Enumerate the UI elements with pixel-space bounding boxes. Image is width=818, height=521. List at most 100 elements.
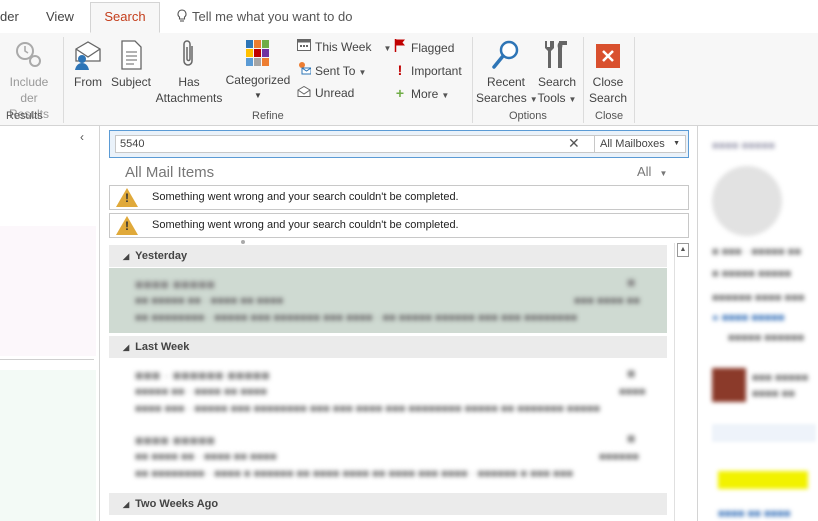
blurred-content: ■■■■■ ■■ · ■■■■ ■■ ■■■■ bbox=[135, 386, 267, 398]
categories-grid-icon bbox=[246, 40, 269, 66]
blurred-content: ■ bbox=[627, 365, 636, 381]
search-input[interactable]: 5540 bbox=[115, 135, 595, 153]
search-scope-value: All Mailboxes bbox=[600, 138, 665, 150]
chevron-down-icon: ▼ bbox=[568, 95, 577, 104]
has-attachments-button[interactable]: Has Attachments bbox=[153, 39, 225, 106]
exclamation-icon: ! bbox=[397, 62, 403, 78]
lightbulb-icon bbox=[177, 9, 187, 22]
recent-label-1: Recent bbox=[486, 75, 526, 89]
chevron-down-icon: ▼ bbox=[441, 91, 450, 100]
sent-to-button[interactable]: Sent To ▼ bbox=[296, 61, 366, 79]
chevron-down-icon: ▼ bbox=[673, 140, 680, 147]
more-button[interactable]: + More ▼ bbox=[392, 84, 449, 102]
close-search-label-1: Close bbox=[592, 75, 624, 89]
blurred-content: ■ bbox=[627, 274, 636, 290]
recent-searches-button[interactable]: Recent Searches ▼ bbox=[476, 39, 538, 108]
paperclip-icon bbox=[183, 40, 193, 66]
blurred-content: ■■■ · ■■■■■■ ■■■■■ bbox=[135, 367, 270, 383]
folder-divider bbox=[0, 359, 94, 360]
tab-search[interactable]: Search bbox=[90, 2, 160, 33]
collapse-pane-icon[interactable]: ‹ bbox=[80, 130, 84, 144]
blurred-content: ■■■■ ■■ ■■■■ bbox=[718, 508, 791, 520]
group-label: Last Week bbox=[135, 341, 190, 353]
blurred-content: ■■ ■■■■■ ■■ · ■■■■ ■■ ■■■■ bbox=[135, 295, 284, 307]
tools-icon bbox=[545, 41, 567, 68]
blurred-content: ■■■■ ■■■ · ■■■■■ ■■■ ■■■■■■■■ ■■■ ■■■ ■■… bbox=[135, 403, 601, 415]
blurred-content: ■ bbox=[627, 430, 636, 446]
unread-label: Unread bbox=[315, 86, 355, 100]
group-separator bbox=[583, 37, 584, 123]
search-tools-label-1: Search bbox=[537, 75, 577, 89]
results-group-label: Results bbox=[6, 110, 43, 122]
calendar-icon bbox=[296, 38, 312, 56]
chevron-down-icon: ▼ bbox=[383, 44, 392, 53]
blurred-content bbox=[712, 424, 816, 442]
list-item[interactable]: ■■■■ ■■■■■ ■■ ■■■■ ■■ · ■■■■ ■■ ■■■■ ■■ … bbox=[109, 424, 667, 489]
tell-me-placeholder: Tell me what you want to do bbox=[192, 9, 353, 24]
tell-me-box[interactable]: Tell me what you want to do bbox=[176, 9, 352, 24]
drag-handle[interactable] bbox=[241, 240, 245, 244]
blurred-content: ■■■ ■■■■ ■■ bbox=[574, 295, 640, 307]
search-scope-dropdown[interactable]: All Mailboxes ▼ bbox=[594, 135, 686, 153]
attachment-thumbnail bbox=[712, 368, 746, 402]
important-label: Important bbox=[411, 64, 462, 78]
blurred-content: ■■■■ ■■ bbox=[752, 388, 795, 400]
mail-list-heading: All Mail Items bbox=[125, 164, 215, 181]
warning-icon: ! bbox=[116, 188, 138, 207]
close-search-button[interactable]: Close Search bbox=[586, 39, 630, 106]
categorized-button[interactable]: Categorized ▼ bbox=[225, 39, 291, 104]
list-scrollbar[interactable]: ▲ bbox=[674, 243, 691, 521]
tab-view[interactable]: View bbox=[46, 9, 74, 24]
folder-pane-region bbox=[0, 370, 96, 521]
recent-label-2: Searches bbox=[476, 91, 527, 105]
this-week-label: This Week bbox=[315, 40, 372, 54]
ribbon-tab-bar: der View Search Tell me what you want to… bbox=[0, 0, 818, 34]
blurred-content: ● ■■■■ ■■■■■ bbox=[712, 312, 785, 324]
this-week-button[interactable]: This Week ▼ bbox=[296, 38, 391, 56]
filter-dropdown[interactable]: All ▼ bbox=[637, 164, 667, 179]
flagged-label: Flagged bbox=[411, 41, 455, 55]
close-group-label: Close bbox=[595, 110, 624, 122]
options-group-label: Options bbox=[509, 110, 547, 122]
more-label: More bbox=[411, 87, 439, 101]
close-icon bbox=[596, 44, 620, 68]
blurred-content: ■■■■ ■■■■■ bbox=[135, 276, 215, 292]
magnifier-icon bbox=[492, 40, 519, 69]
search-bar: 5540 ✕ All Mailboxes ▼ bbox=[109, 130, 689, 158]
include-label-1: Include bbox=[9, 75, 49, 89]
group-header-last-week[interactable]: ◢ Last Week bbox=[109, 336, 667, 358]
group-label: Two Weeks Ago bbox=[135, 498, 219, 510]
blurred-content: ■■■■ ■■■■■ bbox=[712, 140, 775, 152]
clear-search-icon[interactable]: ✕ bbox=[568, 135, 580, 152]
include-results-icon bbox=[16, 42, 41, 67]
blurred-content: ■■■■ bbox=[619, 386, 646, 398]
blurred-content: ■ ■■■■■ ■■■■■ bbox=[712, 268, 792, 280]
group-header-yesterday[interactable]: ◢ Yesterday bbox=[109, 245, 667, 267]
collapse-triangle-icon: ◢ bbox=[123, 252, 130, 261]
unread-button[interactable]: Unread bbox=[296, 84, 354, 102]
from-person-icon bbox=[75, 41, 101, 70]
search-error-message: Something went wrong and your search cou… bbox=[152, 219, 459, 231]
important-button[interactable]: ! Important bbox=[392, 61, 462, 79]
list-item[interactable]: ■■■ · ■■■■■■ ■■■■■ ■■■■■ ■■ · ■■■■ ■■ ■■… bbox=[109, 359, 667, 424]
tab-folder[interactable]: der bbox=[0, 9, 19, 24]
reading-pane: ■■■■ ■■■■■ ■ ■■■ · ■■■■■ ■■ ■ ■■■■■ ■■■■… bbox=[697, 126, 818, 521]
has-attachments-label-2: Attachments bbox=[155, 91, 223, 105]
group-header-two-weeks-ago[interactable]: ◢ Two Weeks Ago bbox=[109, 493, 667, 515]
subject-button[interactable]: Subject bbox=[109, 39, 153, 90]
highlighted-text bbox=[718, 471, 808, 489]
group-separator bbox=[63, 37, 64, 123]
collapse-triangle-icon: ◢ bbox=[123, 500, 130, 509]
search-ribbon: Include der Results Results From Subject… bbox=[0, 33, 818, 126]
search-tools-button[interactable]: Search Tools ▼ bbox=[534, 39, 580, 108]
categorized-label: Categorized bbox=[225, 73, 291, 87]
folder-pane-region bbox=[0, 226, 96, 356]
scroll-up-icon[interactable]: ▲ bbox=[677, 243, 689, 257]
list-item[interactable]: ■■■■ ■■■■■ ■■ ■■■■■ ■■ · ■■■■ ■■ ■■■■ ■■… bbox=[109, 268, 667, 333]
blurred-content: ■■■■■■ bbox=[599, 451, 639, 463]
chevron-down-icon: ▼ bbox=[254, 91, 262, 100]
flag-icon bbox=[392, 38, 408, 57]
sent-to-label: Sent To bbox=[315, 64, 356, 78]
flagged-button[interactable]: Flagged bbox=[392, 38, 454, 56]
from-button[interactable]: From bbox=[70, 39, 106, 90]
